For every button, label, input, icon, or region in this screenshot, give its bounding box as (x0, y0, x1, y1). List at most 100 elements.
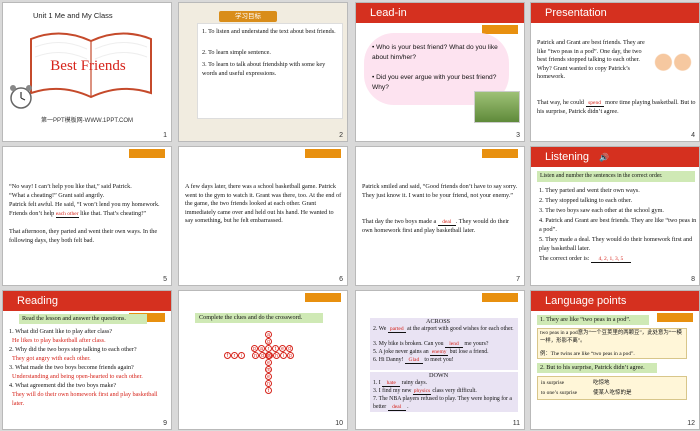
clue-text: rainy days. (400, 380, 428, 386)
phrase-1-cn: 吃惊地 (593, 380, 610, 386)
kids-photo (474, 91, 520, 123)
slide-number: 12 (687, 420, 695, 427)
slide-number: 6 (339, 276, 343, 283)
boys-illustration (649, 47, 697, 85)
slide-thumbnail-11[interactable]: ACROSS DOWN 2. We parted at the airport … (355, 290, 525, 430)
point-1: 1. They are like “two peas in a pod”. (540, 316, 631, 323)
note-line-1: two peas in a pod意为“一个豆荚里的两颗豆”，此处意为“一模一样… (540, 330, 682, 344)
question-2: • Did you ever argue with your best frie… (372, 74, 497, 91)
sentence-4: 4. Patrick and Grant are best friends. T… (539, 217, 697, 233)
sentence-3: 3. The two boys saw each other at the sc… (539, 207, 664, 214)
instruction-text: Read the lesson and answer the questions… (22, 315, 126, 322)
across-clue: 3. My bike is broken. Can you lend me yo… (373, 341, 516, 349)
clue-answer: parted (387, 326, 406, 333)
crossword-cell: d (286, 345, 293, 352)
story-line-2: “What a cheating!” Grant said angrily. (9, 192, 105, 199)
accent-bar (482, 149, 518, 158)
slide-thumbnail-12[interactable]: Language points 1. They are like “two pe… (530, 290, 700, 430)
crossword-cell: r (231, 352, 238, 359)
story-line-4: That afternoon, they parted and went the… (9, 228, 158, 244)
across-clue: 6. Hi Danny! Glad to meet you! (373, 357, 516, 365)
crossword-cell: m (265, 366, 272, 373)
crossword-cell: g (265, 338, 272, 345)
accent-bar (482, 293, 518, 302)
clue-text: 3. My bike is broken. Can you (373, 341, 445, 347)
objective-line-2: 2. To learn simple sentence. (202, 49, 271, 56)
crossword-cell: t (272, 345, 279, 352)
story-text: like that. That’s cheating!” (80, 209, 146, 217)
slide-thumbnail-3[interactable]: Lead-in • Who is your best friend? What … (355, 2, 525, 142)
phrase-2-en: to one’s surprise (541, 390, 578, 396)
footer-watermark: 第一PPT模板网-WWW.1PPT.COM (41, 118, 133, 124)
slide-thumbnail-2[interactable]: 学习目标 1. To listen and understand the tex… (178, 2, 348, 142)
slide-thumbnail-9[interactable]: Reading Read the lesson and answer the q… (2, 290, 172, 430)
slide-thumbnail-6[interactable]: A few days later, there was a school bas… (178, 146, 348, 286)
slide-thumbnail-4[interactable]: Presentation Patrick and Grant are best … (530, 2, 700, 142)
question-1-text: Who is your best friend? What do you lik… (372, 44, 498, 61)
crossword-cell: i (238, 352, 245, 359)
clue-text: . (405, 403, 409, 410)
story-text: That day the two boys made a (362, 218, 437, 225)
objectives-tag: 学习目标 (219, 11, 277, 22)
clue-answer: deal (387, 404, 406, 411)
across-clue: 5. A joke never gains an enemy but lose … (373, 349, 516, 357)
point-2: 2. But to his surprise, Patrick didn’t a… (540, 364, 645, 371)
slide-thumbnail-1[interactable]: Unit 1 Me and My Class Best Friends 第一PP… (2, 2, 172, 142)
slide-thumbnail-8[interactable]: Listening 🔊 Listen and number the senten… (530, 146, 700, 286)
question-3: 3. What made the two boys become friends… (9, 364, 134, 371)
slide-number: 11 (512, 420, 520, 427)
story-paragraph-1: Patrick smiled and said, “Good friends d… (362, 183, 518, 199)
clue-answer: physics (412, 388, 431, 395)
answer-4: They will do their own homework first an… (12, 391, 158, 407)
down-clue: 1. I hate rainy days. (373, 380, 516, 388)
slide-heading: Presentation (545, 7, 607, 19)
answer-2: They got angry with each other. (12, 355, 91, 362)
clue-answer: Glad (404, 357, 423, 364)
story-line-1: “No way! I can’t help you like that,” sa… (9, 183, 132, 190)
order-line: The correct order is: 4, 2, 1, 3, 5 (539, 255, 697, 264)
question-4: 4. What agreement did the two boys make? (9, 382, 117, 389)
crossword-cell: a (258, 345, 265, 352)
instruction-text: Complete the clues and do the crossword. (199, 314, 303, 321)
answer-blank: each other (55, 210, 79, 218)
slide-number: 9 (163, 420, 167, 427)
accent-bar (305, 149, 341, 158)
clue-answer: enemy (430, 349, 449, 356)
crossword-cell: r (265, 345, 272, 352)
clue-text: 3. I find my new (373, 388, 413, 394)
slide-number: 1 (163, 132, 167, 139)
sentence-2: 2. They stopped talking to each other. (539, 197, 633, 204)
slide-number: 2 (339, 132, 343, 139)
answer-3: Understanding and being open-hearted to … (12, 373, 143, 380)
accent-bar (305, 293, 341, 302)
phrase-2-cn: 使某人吃惊的是 (593, 390, 632, 396)
clue-text: but lose a friend. (448, 349, 489, 355)
objective-line-3: 3. To learn to talk about friendship wit… (202, 61, 326, 77)
order-label: The correct order is: (539, 255, 590, 262)
clue-text: 1. I (373, 380, 383, 386)
order-answer: 4, 2, 1, 3, 5 (590, 256, 631, 263)
story-line-3: Patrick felt awful. He said, “I won’t le… (9, 201, 169, 218)
slide-thumbnail-7[interactable]: Patrick smiled and said, “Good friends d… (355, 146, 525, 286)
slide-thumbnail-5[interactable]: “No way! I can’t help you like that,” sa… (2, 146, 172, 286)
accent-bar (129, 149, 165, 158)
clue-text: to meet you! (422, 357, 454, 363)
slide-heading: Reading (17, 295, 58, 307)
slide-number: 10 (335, 420, 343, 427)
crossword-cell: p (251, 345, 258, 352)
slide-thumbnail-10[interactable]: Complete the clues and do the crossword.… (178, 290, 348, 430)
crossword-cell: a (265, 331, 272, 338)
question-1: • Who is your best friend? What do you l… (372, 44, 498, 61)
across-clue: 2. We parted at the airport with good wi… (373, 326, 516, 334)
slide-number: 5 (163, 276, 167, 283)
crossword-cell: h (273, 352, 280, 359)
clue-text: 6. Hi Danny! (373, 357, 405, 363)
answer-blank: deal (437, 219, 456, 226)
slide-heading: Lead-in (370, 7, 407, 19)
crossword-cell: f (224, 352, 231, 359)
question-2: 2. Why did the two boys stop talking to … (9, 346, 137, 353)
answer-blank: spend (585, 100, 604, 107)
deck-title: Best Friends (50, 58, 126, 74)
sentence-1: 1. They parted and went their own ways. (539, 187, 640, 194)
note-line-2: 例：The twins are like “two peas in a pod”… (540, 351, 635, 357)
